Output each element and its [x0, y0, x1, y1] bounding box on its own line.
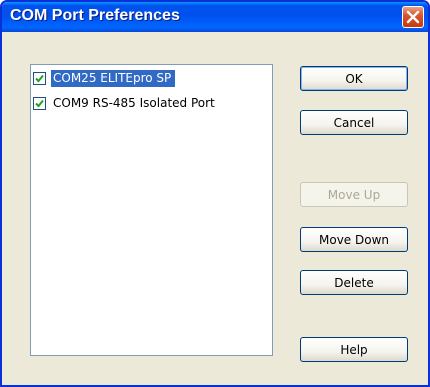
move-up-button[interactable]: Move Up [300, 182, 408, 207]
delete-button[interactable]: Delete [300, 270, 408, 295]
close-button[interactable] [402, 6, 424, 28]
title-bar[interactable]: COM Port Preferences [2, 2, 428, 32]
com-port-list[interactable]: COM25 ELITEpro SP COM9 RS-485 Isolated P… [30, 64, 273, 356]
list-item-label: COM9 RS-485 Isolated Port [53, 96, 215, 110]
cancel-button[interactable]: Cancel [300, 110, 408, 135]
checkmark-icon [35, 99, 44, 108]
dialog-window: COM Port Preferences COM25 ELITEpro SP C… [0, 0, 430, 387]
close-icon [406, 10, 420, 24]
help-button[interactable]: Help [300, 337, 408, 362]
list-item[interactable]: COM25 ELITEpro SP [33, 69, 176, 88]
checkbox[interactable] [33, 97, 46, 110]
list-item[interactable]: COM9 RS-485 Isolated Port [33, 94, 219, 113]
checkbox[interactable] [33, 72, 46, 85]
ok-button[interactable]: OK [300, 66, 408, 91]
move-down-button[interactable]: Move Down [300, 227, 408, 252]
window-title: COM Port Preferences [10, 7, 180, 24]
checkmark-icon [35, 74, 44, 83]
list-item-label: COM25 ELITEpro SP [51, 70, 176, 87]
